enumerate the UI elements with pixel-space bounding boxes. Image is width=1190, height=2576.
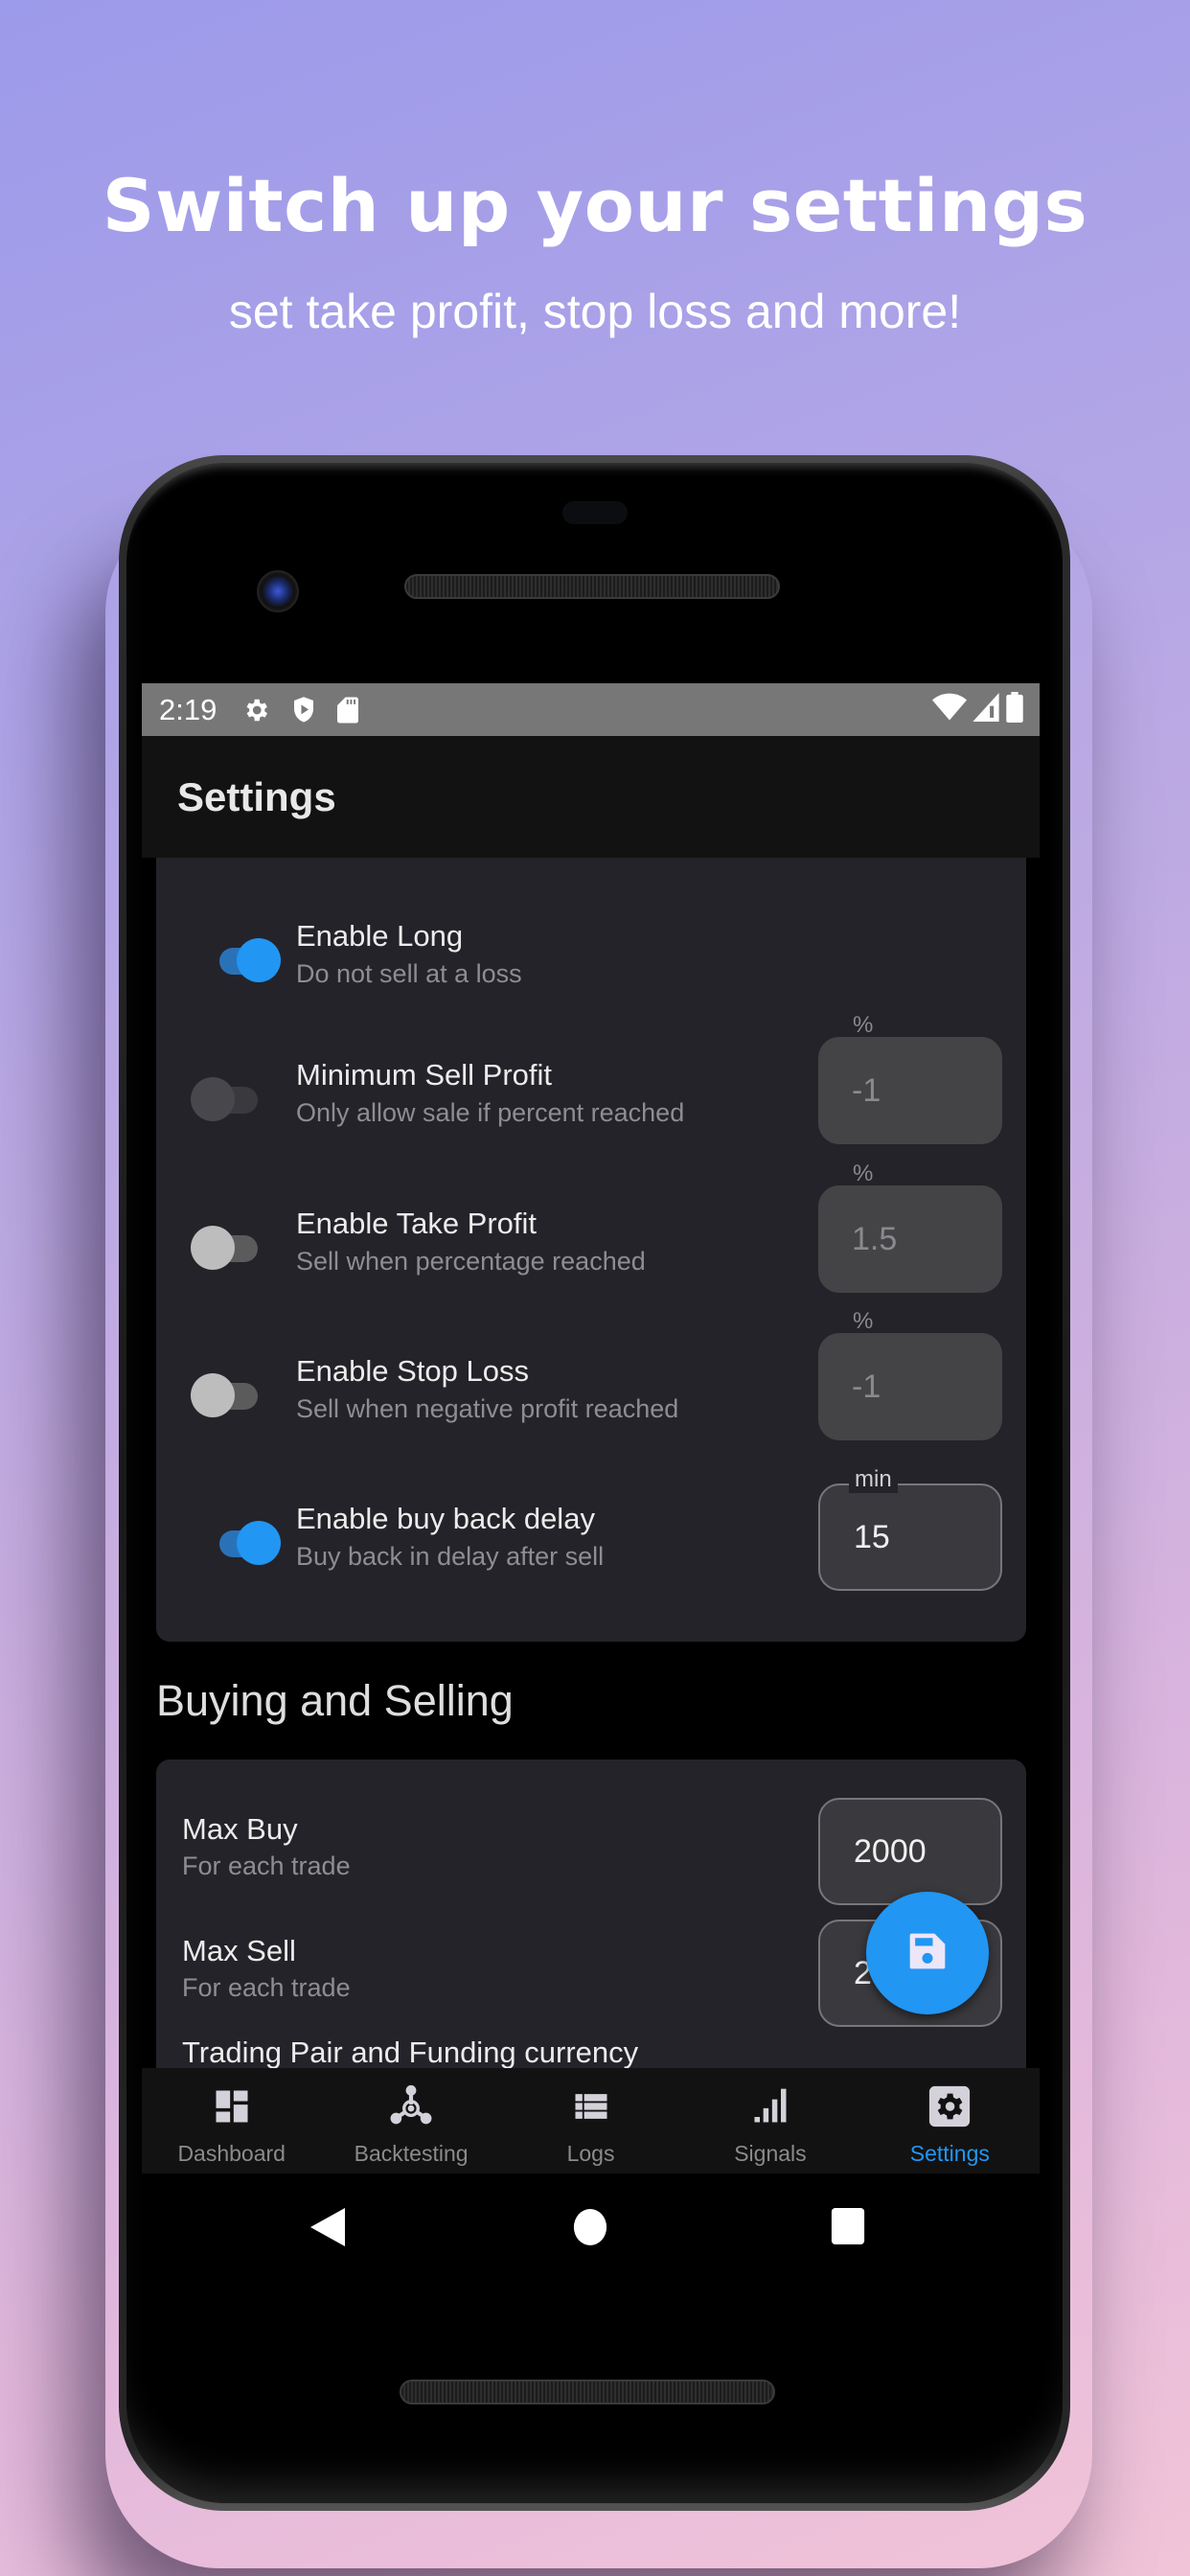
top-speaker-grille	[404, 574, 780, 599]
toggle-thumb	[237, 1521, 281, 1565]
promo-subheadline: set take profit, stop loss and more!	[228, 285, 962, 338]
back-icon[interactable]	[310, 2208, 345, 2251]
setting-title: Enable Long	[296, 919, 464, 953]
field-value: 1.5	[852, 1220, 898, 1257]
bottom-navigation: Dashboard Backtesting Logs Signals Setti…	[142, 2068, 1040, 2174]
setting-title: Minimum Sell Profit	[296, 1058, 552, 1092]
stop-loss-input[interactable]: % -1	[818, 1308, 1002, 1440]
backtesting-icon	[387, 2082, 435, 2131]
setting-subtitle: Only allow sale if percent reached	[296, 1098, 685, 1127]
nav-label: Dashboard	[177, 2141, 286, 2166]
front-camera-icon	[257, 570, 299, 612]
cell-signal-icon	[973, 693, 999, 726]
setting-subtitle: For each trade	[182, 1973, 351, 2002]
setting-title: Enable Stop Loss	[296, 1354, 530, 1388]
signal-bars-icon	[749, 2082, 791, 2131]
setting-subtitle: Buy back in delay after sell	[296, 1542, 605, 1571]
field-value: 2000	[854, 1832, 927, 1870]
setting-subtitle: Sell when negative profit reached	[296, 1394, 679, 1423]
setting-row-buy-back-delay: Enable buy back delay Buy back in delay …	[156, 1466, 1026, 1613]
nav-item-settings[interactable]: Settings	[860, 2068, 1040, 2174]
nav-label: Logs	[566, 2141, 615, 2166]
enable-long-toggle[interactable]	[202, 936, 281, 984]
settings-scroll-area[interactable]: Enable Long Do not sell at a loss Minimu…	[142, 858, 1040, 2068]
toggle-thumb	[191, 1226, 235, 1270]
settings-icon	[927, 2082, 972, 2131]
nav-item-logs[interactable]: Logs	[501, 2068, 680, 2174]
enable-take-profit-toggle[interactable]	[185, 1224, 262, 1272]
minimum-sell-profit-input[interactable]: % -1	[818, 1012, 1002, 1144]
enable-stop-loss-toggle[interactable]	[185, 1371, 262, 1419]
toggle-thumb	[191, 1373, 235, 1417]
field-unit-label: %	[853, 1308, 874, 1334]
setting-subtitle: Sell when percentage reached	[296, 1247, 646, 1276]
app-bar: Settings	[142, 736, 1040, 858]
setting-row-minimum-sell-profit: Minimum Sell Profit Only allow sale if p…	[156, 1012, 1026, 1169]
nav-item-signals[interactable]: Signals	[680, 2068, 859, 2174]
save-button[interactable]	[866, 1892, 989, 2014]
setting-subtitle: For each trade	[182, 1852, 351, 1880]
field-value: -1	[852, 1071, 881, 1109]
wifi-icon	[932, 693, 967, 726]
trading-pair-label: Trading Pair and Funding currency	[182, 2036, 639, 2068]
field-unit-label: %	[853, 1161, 874, 1186]
nav-item-dashboard[interactable]: Dashboard	[142, 2068, 321, 2174]
section-title-buying-selling: Buying and Selling	[156, 1676, 514, 1725]
nav-item-backtesting[interactable]: Backtesting	[321, 2068, 500, 2174]
system-navigation-bar	[142, 2174, 1040, 2281]
setting-title: Enable Take Profit	[296, 1207, 538, 1240]
max-buy-input[interactable]: 2000	[818, 1798, 1002, 1905]
battery-icon	[1005, 692, 1024, 727]
bottom-speaker-grille	[400, 2380, 775, 2404]
page-title: Settings	[177, 773, 336, 819]
field-unit-label: min	[849, 1466, 898, 1493]
nav-label: Settings	[909, 2141, 990, 2166]
settings-icon	[241, 696, 270, 724]
recents-icon[interactable]	[830, 2208, 866, 2249]
status-bar: 2:19	[142, 683, 1040, 736]
minimum-sell-profit-toggle[interactable]	[185, 1075, 262, 1123]
status-time: 2:19	[159, 692, 217, 726]
home-icon[interactable]	[572, 2208, 608, 2251]
setting-title: Max Buy	[182, 1812, 298, 1846]
field-value: -1	[852, 1368, 881, 1405]
field-unit-label: %	[853, 1012, 874, 1038]
setting-row-enable-take-profit: Enable Take Profit Sell when percentage …	[156, 1161, 1026, 1318]
save-icon	[906, 1930, 949, 1977]
promo-headline: Switch up your settings	[102, 163, 1088, 248]
list-icon	[570, 2082, 612, 2131]
toggle-thumb	[237, 938, 281, 982]
nav-label: Backtesting	[354, 2141, 469, 2166]
buy-back-delay-input[interactable]: min 15	[818, 1466, 1002, 1591]
setting-row-enable-stop-loss: Enable Stop Loss Sell when negative prof…	[156, 1308, 1026, 1465]
setting-row-enable-long: Enable Long Do not sell at a loss	[156, 915, 1026, 1030]
field-value: 15	[854, 1518, 890, 1555]
setting-title: Max Sell	[182, 1934, 296, 1967]
phone-screen: 2:19 Settings Enable Long Do not sell at…	[142, 683, 1040, 2281]
trade-settings-card: Enable Long Do not sell at a loss Minimu…	[156, 858, 1026, 1642]
dashboard-icon	[211, 2082, 253, 2131]
toggle-thumb	[191, 1077, 235, 1121]
sd-card-icon	[337, 696, 359, 724]
proximity-sensor	[562, 501, 628, 524]
nav-label: Signals	[734, 2141, 807, 2166]
setting-subtitle: Do not sell at a loss	[296, 959, 522, 988]
setting-title: Enable buy back delay	[296, 1502, 595, 1535]
buy-back-delay-toggle[interactable]	[202, 1519, 281, 1567]
shield-play-icon	[291, 696, 316, 724]
take-profit-input[interactable]: % 1.5	[818, 1161, 1002, 1293]
